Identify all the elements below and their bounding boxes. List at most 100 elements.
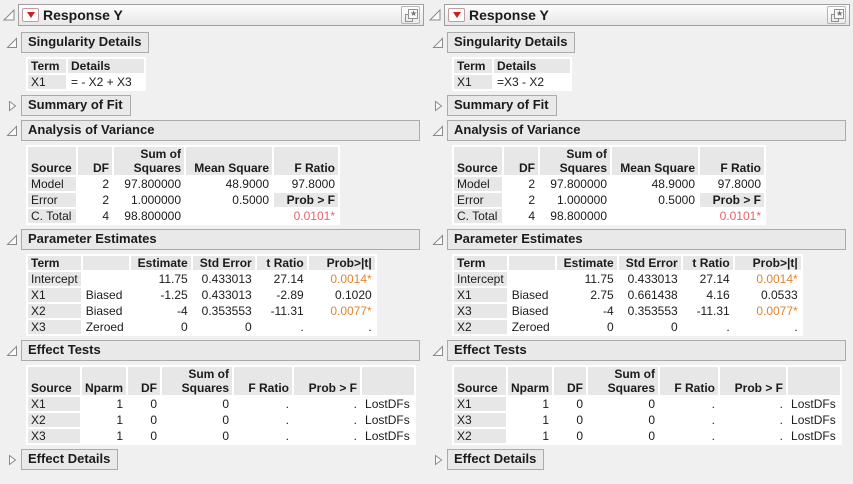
table-row: Intercept 11.75 0.433013 27.14 0.0014* bbox=[454, 272, 801, 286]
section-title-summary-of-fit[interactable]: Summary of Fit bbox=[447, 95, 557, 116]
section-header-effect-tests: Effect Tests bbox=[6, 340, 426, 361]
row-label: X2 bbox=[28, 413, 80, 427]
red-triangle-menu-button[interactable] bbox=[22, 8, 39, 22]
row-label: X1 bbox=[28, 397, 80, 411]
panel-header: Response Y ★ bbox=[428, 4, 850, 26]
cell: LostDFs bbox=[362, 397, 414, 411]
cell: 0 bbox=[557, 320, 617, 334]
pin-report-button[interactable]: ★ bbox=[827, 6, 846, 24]
row-label: Model bbox=[454, 177, 502, 191]
outline-collapsed-icon[interactable] bbox=[432, 100, 444, 112]
table-row: X3 1 0 0 . . LostDFs bbox=[28, 429, 414, 443]
section-title-effect-tests[interactable]: Effect Tests bbox=[21, 340, 420, 361]
cell: 0 bbox=[128, 413, 160, 427]
cell: -4 bbox=[557, 304, 617, 318]
cell: =X3 - X2 bbox=[494, 75, 570, 89]
column-header bbox=[362, 367, 414, 395]
row-label: X1 bbox=[28, 288, 81, 302]
outline-open-icon[interactable] bbox=[432, 125, 444, 137]
outline-collapsed-icon[interactable] bbox=[432, 454, 444, 466]
outline-open-icon[interactable] bbox=[432, 234, 444, 246]
cell: 98.800000 bbox=[540, 209, 610, 223]
cell: . bbox=[234, 429, 292, 443]
table-row: X2 Zeroed 0 0 . . bbox=[454, 320, 801, 334]
red-triangle-icon bbox=[27, 12, 35, 18]
row-label: X3 bbox=[454, 304, 507, 318]
cell: 0.0533 bbox=[735, 288, 801, 302]
column-header: Term bbox=[28, 256, 81, 270]
star-icon: ★ bbox=[836, 9, 843, 19]
section-title-singularity-details[interactable]: Singularity Details bbox=[447, 32, 575, 53]
section-title-effect-tests[interactable]: Effect Tests bbox=[447, 340, 846, 361]
pin-report-button[interactable]: ★ bbox=[401, 6, 420, 24]
report-panel-right: Response Y ★ Singularity Details Term De… bbox=[426, 0, 852, 474]
column-header: t Ratio bbox=[257, 256, 307, 270]
section-title-singularity-details[interactable]: Singularity Details bbox=[21, 32, 149, 53]
column-header: F Ratio bbox=[274, 147, 338, 175]
section-title-analysis-of-variance[interactable]: Analysis of Variance bbox=[21, 120, 420, 141]
column-header: Mean Square bbox=[612, 147, 698, 175]
cell: . bbox=[660, 429, 718, 443]
column-header: Estimate bbox=[131, 256, 191, 270]
section-title-analysis-of-variance[interactable]: Analysis of Variance bbox=[447, 120, 846, 141]
table-row: X1 Biased -1.25 0.433013 -2.89 0.1020 bbox=[28, 288, 375, 302]
column-header: Source bbox=[454, 147, 502, 175]
cell: 0.353553 bbox=[619, 304, 681, 318]
section-title-effect-details[interactable]: Effect Details bbox=[21, 449, 118, 470]
cell: -1.25 bbox=[131, 288, 191, 302]
column-header: t Ratio bbox=[683, 256, 733, 270]
section-header-effect-details: Effect Details bbox=[432, 449, 852, 470]
table-row: C. Total 4 98.800000 0.0101* bbox=[28, 209, 338, 223]
section-title-summary-of-fit[interactable]: Summary of Fit bbox=[21, 95, 131, 116]
table-row: Model 2 97.800000 48.9000 97.8000 bbox=[454, 177, 764, 191]
outline-open-icon[interactable] bbox=[6, 37, 18, 49]
table-row: X2 1 0 0 . . LostDFs bbox=[28, 413, 414, 427]
cell: . bbox=[294, 413, 360, 427]
row-label: Intercept bbox=[28, 272, 81, 286]
cell: 4 bbox=[78, 209, 112, 223]
outline-open-icon[interactable] bbox=[432, 37, 444, 49]
column-header: Sum of Squares bbox=[540, 147, 610, 175]
outline-open-icon[interactable] bbox=[428, 8, 442, 22]
cell: 11.75 bbox=[131, 272, 191, 286]
parameter-estimates-table: Term Estimate Std Error t Ratio Prob>|t|… bbox=[452, 254, 803, 336]
section-header-anova: Analysis of Variance bbox=[6, 120, 426, 141]
column-header: Details bbox=[494, 59, 570, 73]
outline-open-icon[interactable] bbox=[6, 234, 18, 246]
table-row: X2 Biased -4 0.353553 -11.31 0.0077* bbox=[28, 304, 375, 318]
cell: 2 bbox=[78, 177, 112, 191]
cell: 97.800000 bbox=[540, 177, 610, 191]
column-header bbox=[509, 256, 555, 270]
section-title-parameter-estimates[interactable]: Parameter Estimates bbox=[21, 229, 420, 250]
cell bbox=[186, 209, 272, 223]
column-header: DF bbox=[78, 147, 112, 175]
section-title-parameter-estimates[interactable]: Parameter Estimates bbox=[447, 229, 846, 250]
section-title-effect-details[interactable]: Effect Details bbox=[447, 449, 544, 470]
red-triangle-menu-button[interactable] bbox=[448, 8, 465, 22]
outline-open-icon[interactable] bbox=[6, 345, 18, 357]
table-row: X3 Zeroed 0 0 . . bbox=[28, 320, 375, 334]
row-label: X3 bbox=[454, 413, 506, 427]
cell: 97.8000 bbox=[700, 177, 764, 191]
section-header-anova: Analysis of Variance bbox=[432, 120, 852, 141]
outline-collapsed-icon[interactable] bbox=[6, 100, 18, 112]
section-header-effect-details: Effect Details bbox=[6, 449, 426, 470]
outline-open-icon[interactable] bbox=[2, 8, 16, 22]
column-header: F Ratio bbox=[700, 147, 764, 175]
cell: . bbox=[720, 413, 786, 427]
table-row: X1 1 0 0 . . LostDFs bbox=[454, 397, 840, 411]
singularity-table: Term Details X1 = - X2 + X3 bbox=[26, 57, 146, 91]
cell: 48.9000 bbox=[612, 177, 698, 191]
panel-header: Response Y ★ bbox=[2, 4, 424, 26]
outline-open-icon[interactable] bbox=[6, 125, 18, 137]
cell: 2 bbox=[78, 193, 112, 207]
cell: 1.000000 bbox=[114, 193, 184, 207]
panel-title: Response Y bbox=[43, 7, 123, 23]
outline-collapsed-icon[interactable] bbox=[6, 454, 18, 466]
column-header: F Ratio bbox=[234, 367, 292, 395]
column-header bbox=[788, 367, 840, 395]
cell: 1 bbox=[508, 397, 552, 411]
table-row: X1 =X3 - X2 bbox=[454, 75, 570, 89]
cell: 0.5000 bbox=[186, 193, 272, 207]
outline-open-icon[interactable] bbox=[432, 345, 444, 357]
